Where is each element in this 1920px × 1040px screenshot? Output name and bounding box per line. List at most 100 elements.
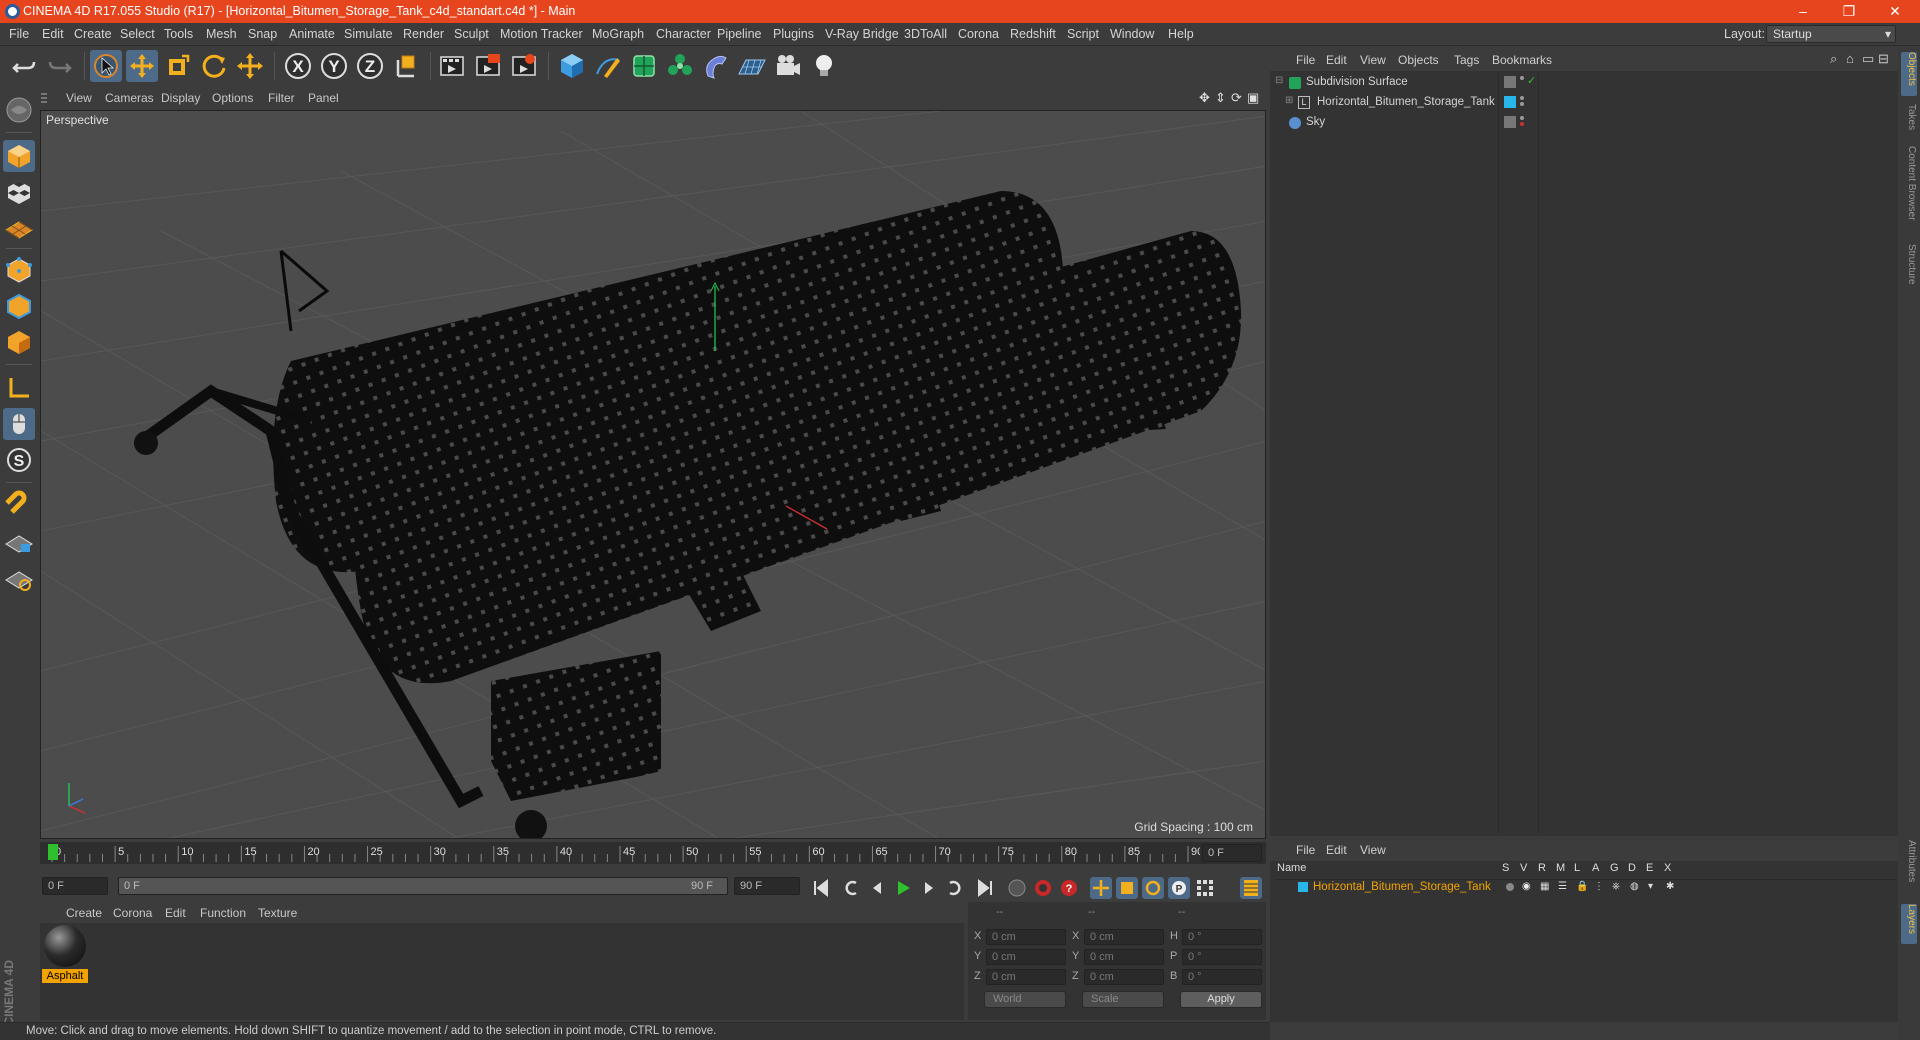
start-frame-field[interactable]: 0 F [42, 877, 108, 895]
tab-attributes[interactable]: Attributes [1901, 840, 1917, 898]
timeline-ruler[interactable]: 051015202530354045505560657075808590 0 F [40, 842, 1266, 864]
next-key-icon[interactable] [944, 877, 966, 899]
edges-mode-icon[interactable] [3, 290, 35, 322]
menu-create[interactable]: Create [74, 27, 112, 41]
position-z-field[interactable]: 0 cm [986, 969, 1066, 985]
make-editable-icon[interactable] [3, 94, 35, 126]
panel-menu-icon[interactable]: ⊟ [1878, 51, 1889, 67]
expression-toggle-icon[interactable]: ▾ [1648, 881, 1653, 892]
play-icon[interactable] [892, 877, 914, 899]
tweak-mode-icon[interactable] [3, 408, 35, 440]
tab-content-browser[interactable]: Content Browser [1901, 146, 1917, 238]
apply-button[interactable]: Apply [1180, 991, 1262, 1008]
position-x-field[interactable]: 0 cm [986, 929, 1066, 945]
axis-mode-icon[interactable] [3, 372, 35, 404]
menu-snap[interactable]: Snap [248, 27, 277, 41]
layer-color-swatch[interactable] [1298, 882, 1308, 892]
column-manager[interactable]: M [1556, 862, 1565, 878]
snap-icon[interactable]: S [3, 444, 35, 476]
menu-window[interactable]: Window [1110, 27, 1154, 41]
viewport-toggle-layout-icon[interactable]: ▣ [1247, 90, 1259, 106]
viewport-move-icon[interactable]: ✥ [1199, 90, 1210, 106]
layer-menu-edit[interactable]: Edit [1326, 843, 1347, 857]
viewport-menu-panel[interactable]: Panel [308, 91, 339, 105]
previous-frame-icon[interactable] [866, 877, 888, 899]
solo-toggle-icon[interactable] [1506, 883, 1514, 891]
menu-redshift[interactable]: Redshift [1010, 27, 1056, 41]
viewport-menu-view[interactable]: View [66, 91, 92, 105]
animation-toggle-icon[interactable]: ⋮ [1594, 881, 1604, 892]
menu-script[interactable]: Script [1067, 27, 1099, 41]
model-mode-icon[interactable] [3, 140, 35, 172]
menu-edit[interactable]: Edit [42, 27, 64, 41]
keyframe-selection-icon[interactable]: ? [1058, 877, 1080, 899]
rotation-p-field[interactable]: 0 ° [1182, 949, 1262, 965]
record-active-icon[interactable] [1006, 877, 1028, 899]
menu-motion-tracker[interactable]: Motion Tracker [500, 27, 583, 41]
lock-icon[interactable]: 🔒 [1576, 881, 1588, 892]
generator-toggle-icon[interactable]: ⎈ [1612, 881, 1620, 892]
move-last-icon[interactable] [234, 50, 266, 82]
scale-icon[interactable] [162, 50, 194, 82]
cube-icon[interactable] [556, 50, 588, 82]
layout-dropdown[interactable]: Startup ▾ [1766, 25, 1896, 43]
light-icon[interactable] [808, 50, 840, 82]
enabled-check-icon[interactable]: ✓ [1527, 74, 1536, 87]
key-parameter-icon[interactable]: P [1168, 877, 1190, 899]
edit-render-settings-icon[interactable] [508, 50, 540, 82]
object-menu-file[interactable]: File [1296, 53, 1315, 67]
planar-workplane-icon[interactable] [3, 562, 35, 594]
object-menu-objects[interactable]: Objects [1398, 53, 1439, 67]
z-axis-icon[interactable]: Z [354, 50, 386, 82]
column-solo[interactable]: S [1502, 862, 1509, 878]
xref-toggle-icon[interactable]: ✱ [1666, 881, 1674, 892]
menu-simulate[interactable]: Simulate [344, 27, 393, 41]
material-menu-texture[interactable]: Texture [258, 906, 297, 920]
y-axis-icon[interactable]: Y [318, 50, 350, 82]
autokey-icon[interactable] [1032, 877, 1054, 899]
menu-mesh[interactable]: Mesh [206, 27, 237, 41]
end-frame-field[interactable]: 90 F [734, 877, 800, 895]
material-menu-create[interactable]: Create [66, 906, 102, 920]
key-scale-icon[interactable] [1116, 877, 1138, 899]
viewport-dolly-icon[interactable]: ⇕ [1215, 90, 1226, 106]
object-menu-view[interactable]: View [1360, 53, 1386, 67]
position-y-field[interactable]: 0 cm [986, 949, 1066, 965]
texture-mode-icon[interactable] [3, 176, 35, 208]
render-visibility-dot[interactable] [1520, 122, 1524, 126]
menu-character[interactable]: Character [656, 27, 711, 41]
column-render[interactable]: R [1538, 862, 1546, 878]
key-position-icon[interactable] [1090, 877, 1112, 899]
viewport-menu-filter[interactable]: Filter [268, 91, 295, 105]
expand-icon[interactable]: ⊞ [1285, 95, 1293, 106]
editor-visibility-dot[interactable] [1520, 96, 1524, 100]
column-locked[interactable]: L [1574, 862, 1580, 878]
viewport-menu-options[interactable]: Options [212, 91, 253, 105]
viewport-perspective[interactable]: Perspective Grid Spacing : 100 cm [40, 110, 1266, 839]
select-arrow-icon[interactable] [90, 50, 122, 82]
home-icon[interactable]: ⌂ [1846, 51, 1854, 66]
column-animation[interactable]: A [1592, 862, 1599, 878]
x-axis-icon[interactable]: X [282, 50, 314, 82]
timeline-window-icon[interactable] [1240, 877, 1262, 899]
menu-animate[interactable]: Animate [289, 27, 335, 41]
rotate-icon[interactable] [198, 50, 230, 82]
size-x-field[interactable]: 0 cm [1084, 929, 1164, 945]
floor-icon[interactable] [736, 50, 768, 82]
magnet-icon[interactable] [3, 490, 35, 522]
column-name[interactable]: Name [1277, 862, 1306, 878]
object-menu-bookmarks[interactable]: Bookmarks [1492, 53, 1552, 67]
material-swatch[interactable]: Asphalt [42, 925, 88, 983]
object-menu-tags[interactable]: Tags [1454, 53, 1479, 67]
tab-structure[interactable]: Structure [1901, 244, 1917, 300]
points-mode-icon[interactable] [3, 254, 35, 286]
column-view[interactable]: V [1520, 862, 1527, 878]
size-y-field[interactable]: 0 cm [1084, 949, 1164, 965]
viewport-rotate-icon[interactable]: ⟳ [1231, 90, 1242, 106]
render-view-icon[interactable] [436, 50, 468, 82]
redo-icon[interactable] [44, 50, 76, 82]
column-generators[interactable]: G [1610, 862, 1619, 878]
playhead[interactable] [48, 844, 58, 860]
render-visibility-dot[interactable] [1520, 102, 1524, 106]
size-z-field[interactable]: 0 cm [1084, 969, 1164, 985]
